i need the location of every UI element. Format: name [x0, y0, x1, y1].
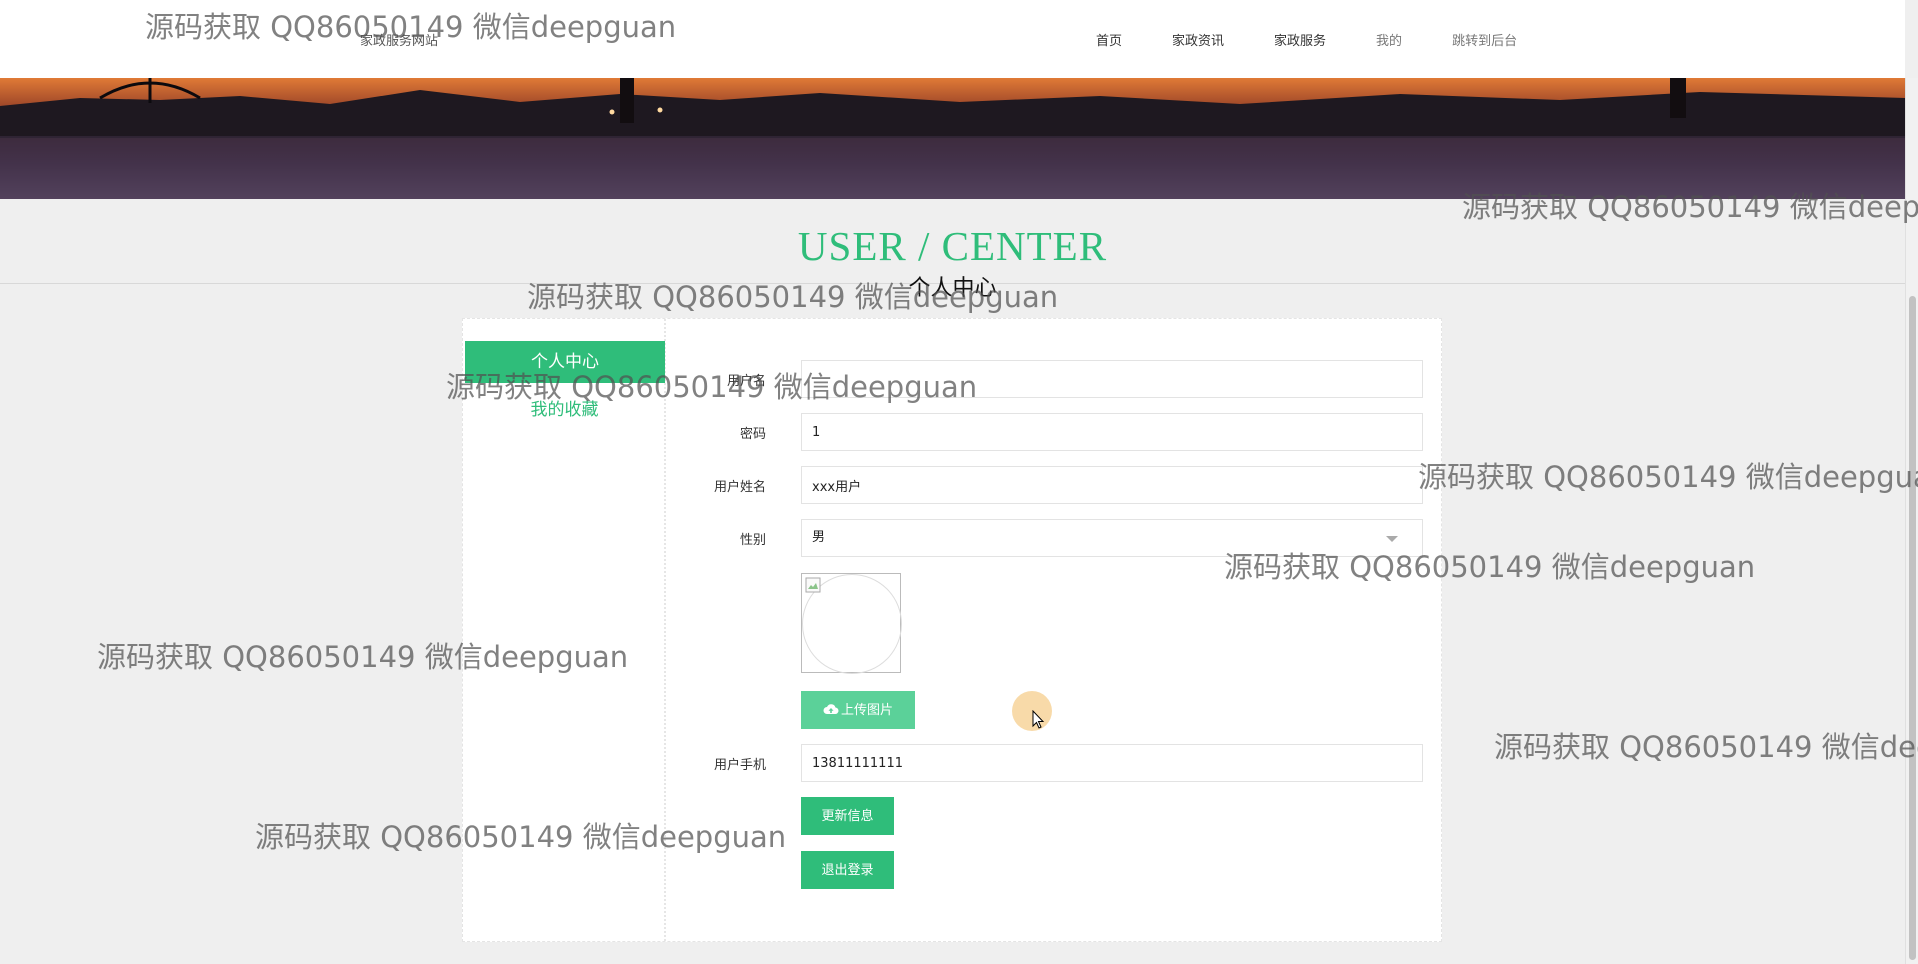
realname-label: 用户姓名: [713, 480, 766, 495]
password-label: 密码: [739, 427, 766, 442]
scrollbar-thumb[interactable]: [1909, 296, 1916, 960]
phone-row: 用户手机: [666, 744, 1441, 782]
watermark: 源码获取 QQ86050149 微信deepguan: [1224, 550, 1756, 584]
password-field[interactable]: [801, 413, 1423, 451]
avatar-preview: [801, 573, 902, 674]
phone-field[interactable]: [801, 744, 1423, 782]
nav-mine[interactable]: 我的: [1376, 30, 1402, 49]
watermark: 源码获取 QQ86050149 微信deepguan: [1418, 460, 1918, 494]
realname-field[interactable]: [801, 466, 1423, 504]
watermark: 源码获取 QQ86050149 微信deepguan: [446, 370, 978, 404]
upload-image-button[interactable]: 上传图片: [801, 691, 915, 729]
watermark: 源码获取 QQ86050149 微信deepguan: [97, 640, 629, 674]
banner-image: [0, 78, 1905, 199]
update-info-button[interactable]: 更新信息: [801, 797, 894, 835]
watermark: 源码获取 QQ86050149 微信deepguan: [1494, 730, 1918, 764]
logout-button[interactable]: 退出登录: [801, 851, 894, 889]
watermark: 源码获取 QQ86050149 微信deepguan: [255, 820, 787, 854]
banner-landscape: [0, 78, 1905, 199]
page-title: USER / CENTER: [797, 223, 1108, 269]
nav-home[interactable]: 首页: [1096, 30, 1122, 49]
mouse-cursor-icon: [1032, 710, 1045, 729]
password-row: 密码: [666, 413, 1441, 451]
watermark: 源码获取 QQ86050149 微信deepguan: [145, 10, 677, 44]
cloud-upload-icon: [823, 704, 839, 715]
realname-row: 用户姓名: [666, 466, 1441, 504]
nav-services[interactable]: 家政服务: [1274, 30, 1326, 49]
main-nav: 首页 家政资讯 家政服务 我的 跳转到后台: [1096, 30, 1567, 49]
nav-admin[interactable]: 跳转到后台: [1452, 30, 1517, 49]
upload-image-label: 上传图片: [840, 702, 893, 717]
broken-image-icon: [805, 577, 821, 593]
nav-news[interactable]: 家政资讯: [1172, 30, 1224, 49]
gender-value: 男: [812, 530, 826, 545]
phone-label: 用户手机: [713, 758, 766, 773]
watermark: 源码获取 QQ86050149 微信deepguan: [1462, 190, 1918, 224]
chevron-down-icon: [1386, 536, 1398, 542]
watermark: 源码获取 QQ86050149 微信deepguan: [527, 280, 1059, 314]
gender-label: 性别: [739, 533, 766, 548]
